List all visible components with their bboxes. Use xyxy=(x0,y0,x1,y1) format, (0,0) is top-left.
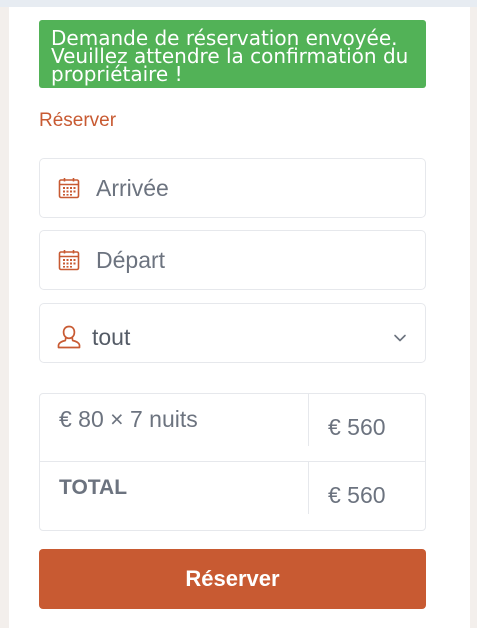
success-alert: Demande de réservation envoyée. Veuillez… xyxy=(39,20,426,88)
top-strip xyxy=(0,0,477,7)
column-divider xyxy=(308,462,309,514)
price-breakdown: € 80 × 7 nuits € 560 TOTAL € 560 xyxy=(39,393,426,531)
arrival-date-placeholder: Arrivée xyxy=(96,174,169,201)
guests-select[interactable]: tout xyxy=(39,303,426,363)
chevron-down-icon xyxy=(393,330,407,348)
departure-date-field[interactable]: Départ xyxy=(39,230,426,290)
column-divider xyxy=(308,394,309,446)
alert-message: Demande de réservation envoyée. Veuillez… xyxy=(51,26,409,86)
price-row-total: TOTAL € 560 xyxy=(40,462,425,530)
calendar-icon xyxy=(56,175,82,201)
guests-value: tout xyxy=(92,323,131,350)
price-row-amount: € 560 xyxy=(328,414,386,440)
arrival-date-field[interactable]: Arrivée xyxy=(39,158,426,218)
price-row-label: € 80 × 7 nuits xyxy=(59,406,198,432)
price-row-nights: € 80 × 7 nuits € 560 xyxy=(40,394,425,462)
user-icon xyxy=(56,324,82,350)
total-amount: € 560 xyxy=(328,482,386,508)
reserve-button[interactable]: Réserver xyxy=(39,549,426,609)
total-label: TOTAL xyxy=(59,476,128,499)
calendar-icon xyxy=(56,247,82,273)
departure-date-placeholder: Départ xyxy=(96,246,166,273)
booking-title: Réserver xyxy=(39,110,117,131)
